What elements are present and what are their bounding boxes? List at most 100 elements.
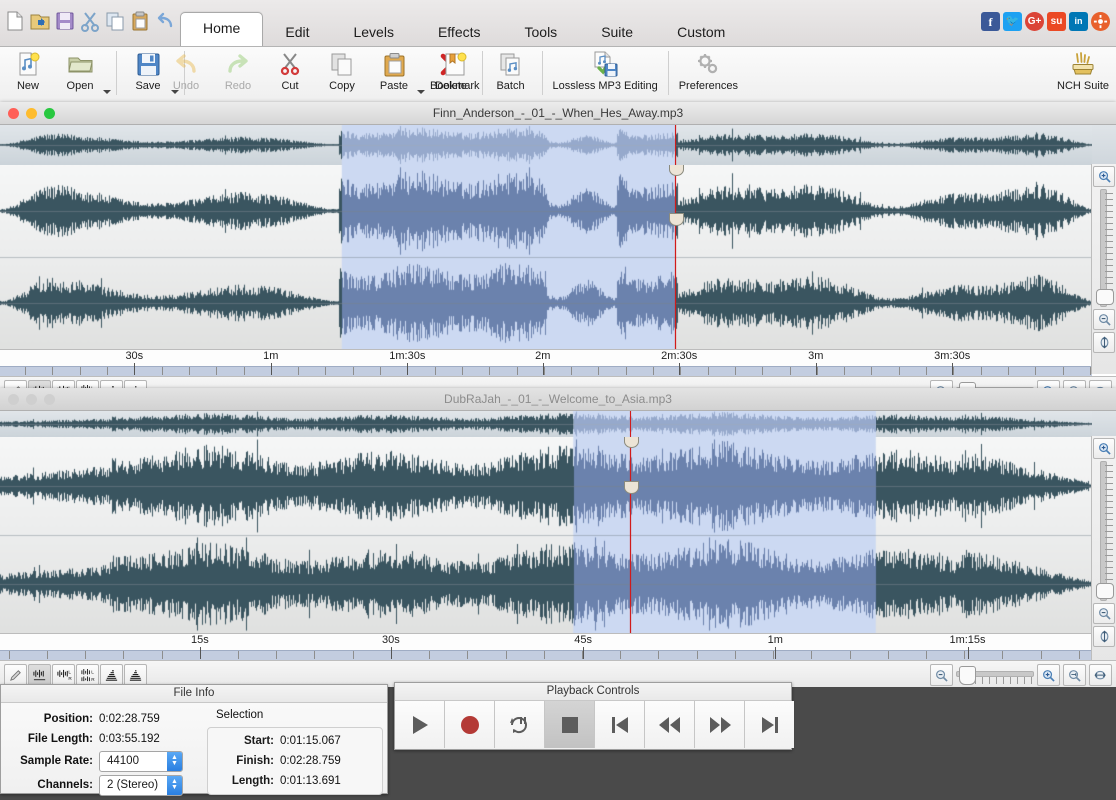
window-2-overview-strip[interactable] — [0, 411, 1116, 437]
window-2-timeline-ruler[interactable]: 15s30s45s1m1m:15s — [0, 633, 1092, 660]
slider-knob[interactable] — [1096, 289, 1114, 305]
skip-to-end-button[interactable] — [745, 701, 794, 748]
draw-tool-button[interactable] — [4, 664, 27, 686]
window-1-vertical-zoom-rail[interactable] — [1091, 164, 1116, 374]
ribbon-cut-button[interactable]: Cut — [264, 47, 316, 102]
select-left-channel-tool-button[interactable]: L R — [52, 664, 75, 686]
tab-edit[interactable]: Edit — [263, 18, 331, 46]
ruler-tick — [435, 367, 436, 375]
maximize-button[interactable] — [44, 108, 55, 119]
ribbon-batch-button[interactable]: Batch — [485, 47, 537, 102]
skip-to-start-button[interactable] — [595, 701, 645, 748]
vertical-zoom-in-button[interactable] — [1093, 438, 1115, 459]
ruler-tick — [544, 651, 545, 659]
overview-playhead[interactable] — [630, 411, 631, 437]
overview-playhead[interactable] — [675, 125, 676, 165]
zoom-all-button[interactable] — [1089, 664, 1112, 686]
vertical-zoom-fit-button[interactable] — [1093, 626, 1115, 647]
open-icon[interactable] — [29, 10, 51, 32]
vertical-zoom-slider[interactable] — [1094, 461, 1114, 601]
tab-effects[interactable]: Effects — [416, 18, 503, 46]
window-1-waveform-pane[interactable] — [0, 165, 1092, 349]
vertical-zoom-fit-button[interactable] — [1093, 332, 1115, 353]
ribbon-redo-label: Redo — [225, 80, 251, 92]
ribbon-undo-button[interactable]: Undo — [160, 47, 212, 102]
paste-dropdown-caret[interactable] — [417, 90, 425, 94]
tab-custom[interactable]: Custom — [655, 18, 747, 46]
select-right-channel-tool-button[interactable]: L R — [76, 664, 99, 686]
audio-window-1[interactable]: Finn_Anderson_-_01_-_When_Hes_Away.mp3 3… — [0, 102, 1116, 390]
copy-icon[interactable] — [104, 10, 126, 32]
playhead-handle-mid[interactable] — [624, 481, 639, 494]
ribbon-redo-button[interactable]: Redo — [212, 47, 264, 102]
sample-rate-stepper-arrows[interactable]: ▲▼ — [167, 752, 182, 771]
ribbon-nch-suite-button[interactable]: NCH Suite — [1052, 47, 1114, 102]
ribbon-bookmark-button[interactable]: Bookmark — [425, 47, 485, 102]
sample-rate-stepper[interactable]: 44100 ▲▼ — [99, 751, 183, 772]
slider-knob[interactable] — [1096, 583, 1114, 599]
twitter-icon[interactable]: 🐦 — [1003, 12, 1022, 31]
rewind-button[interactable] — [645, 701, 695, 748]
channels-stepper-arrows[interactable]: ▲▼ — [167, 776, 182, 795]
horizontal-zoom-slider[interactable] — [956, 665, 1034, 685]
vertical-zoom-out-button[interactable] — [1093, 309, 1115, 330]
close-button[interactable] — [8, 394, 19, 405]
zoom-out-button[interactable] — [930, 664, 953, 686]
fade-out-tool-button[interactable] — [124, 664, 147, 686]
undo-icon[interactable] — [154, 10, 176, 32]
help-icon[interactable] — [1091, 12, 1110, 31]
fast-forward-button[interactable] — [695, 701, 745, 748]
facebook-icon[interactable]: f — [981, 12, 1000, 31]
loop-play-button[interactable] — [495, 701, 545, 748]
open-dropdown-caret[interactable] — [103, 90, 111, 94]
overview-selection-region[interactable] — [342, 125, 675, 165]
vertical-zoom-slider[interactable] — [1094, 189, 1114, 307]
save-icon[interactable] — [54, 10, 76, 32]
tab-home[interactable]: Home — [180, 12, 263, 46]
stumbleupon-icon[interactable]: su — [1047, 12, 1066, 31]
audio-window-2[interactable]: DubRaJah_-_01_-_Welcome_to_Asia.mp3 15s3… — [0, 388, 1116, 682]
google-plus-icon[interactable]: G+ — [1025, 12, 1044, 31]
fade-in-tool-button[interactable] — [100, 664, 123, 686]
window-1-titlebar[interactable]: Finn_Anderson_-_01_-_When_Hes_Away.mp3 — [0, 102, 1116, 125]
window-1-timeline-ruler[interactable]: 30s1m1m:30s2m2m:30s3m3m:30s — [0, 349, 1092, 376]
zoom-to-selection-button[interactable] — [1063, 664, 1086, 686]
window-2-waveform-pane[interactable] — [0, 437, 1092, 633]
maximize-button[interactable] — [44, 394, 55, 405]
ruler-label: 1m:30s — [389, 350, 425, 362]
new-icon[interactable] — [4, 10, 26, 32]
ribbon-preferences-button[interactable]: Preferences — [674, 47, 743, 102]
zoom-in-button[interactable] — [1037, 664, 1060, 686]
slider-knob[interactable] — [959, 666, 976, 685]
window-2-title: DubRaJah_-_01_-_Welcome_to_Asia.mp3 — [444, 392, 672, 406]
tab-levels[interactable]: Levels — [331, 18, 415, 46]
minimize-button[interactable] — [26, 394, 37, 405]
select-both-channels-tool-button[interactable] — [28, 664, 51, 686]
paste-icon[interactable] — [129, 10, 151, 32]
stop-button[interactable] — [545, 701, 595, 748]
overview-selection-region[interactable] — [573, 411, 875, 437]
ruler-label: 1m — [263, 350, 278, 362]
vertical-zoom-out-button[interactable] — [1093, 603, 1115, 624]
play-button[interactable] — [395, 701, 445, 748]
vertical-zoom-in-button[interactable] — [1093, 166, 1115, 187]
playhead-handle-mid[interactable] — [669, 213, 684, 226]
channels-stepper[interactable]: 2 (Stereo) ▲▼ — [99, 775, 183, 796]
linkedin-icon[interactable]: in — [1069, 12, 1088, 31]
ribbon-open-button[interactable]: Open — [54, 47, 106, 102]
tab-tools[interactable]: Tools — [503, 18, 580, 46]
window-1-overview-strip[interactable] — [0, 125, 1116, 165]
ribbon-lossless-mp3-editing-button[interactable]: Lossless MP3 Editing — [548, 47, 663, 102]
ribbon-new-button[interactable]: New — [2, 47, 54, 102]
window-2-vertical-zoom-rail[interactable] — [1091, 436, 1116, 668]
window-2-titlebar[interactable]: DubRaJah_-_01_-_Welcome_to_Asia.mp3 — [0, 388, 1116, 411]
waveform-playhead[interactable] — [675, 165, 676, 349]
ribbon-copy-button[interactable]: Copy — [316, 47, 368, 102]
record-button[interactable] — [445, 701, 495, 748]
waveform-playhead[interactable] — [630, 437, 631, 633]
ribbon-paste-button[interactable]: Paste — [368, 47, 420, 102]
tab-suite[interactable]: Suite — [579, 18, 655, 46]
cut-icon[interactable] — [79, 10, 101, 32]
minimize-button[interactable] — [26, 108, 37, 119]
close-button[interactable] — [8, 108, 19, 119]
